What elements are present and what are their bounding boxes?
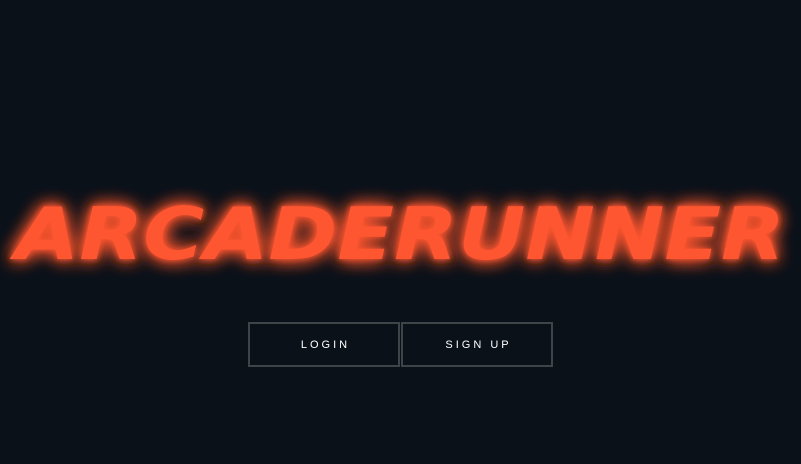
auth-button-group: LOGIN SIGN UP bbox=[248, 322, 553, 367]
login-button[interactable]: LOGIN bbox=[248, 322, 400, 367]
logo: ARCADERUNNER bbox=[0, 176, 801, 286]
signup-button[interactable]: SIGN UP bbox=[401, 322, 553, 367]
logo-wordmark: ARCADERUNNER bbox=[9, 192, 785, 276]
landing-screen: ARCADERUNNER LOGIN SIGN UP bbox=[0, 0, 801, 464]
logo-graphic: ARCADERUNNER bbox=[9, 192, 785, 276]
